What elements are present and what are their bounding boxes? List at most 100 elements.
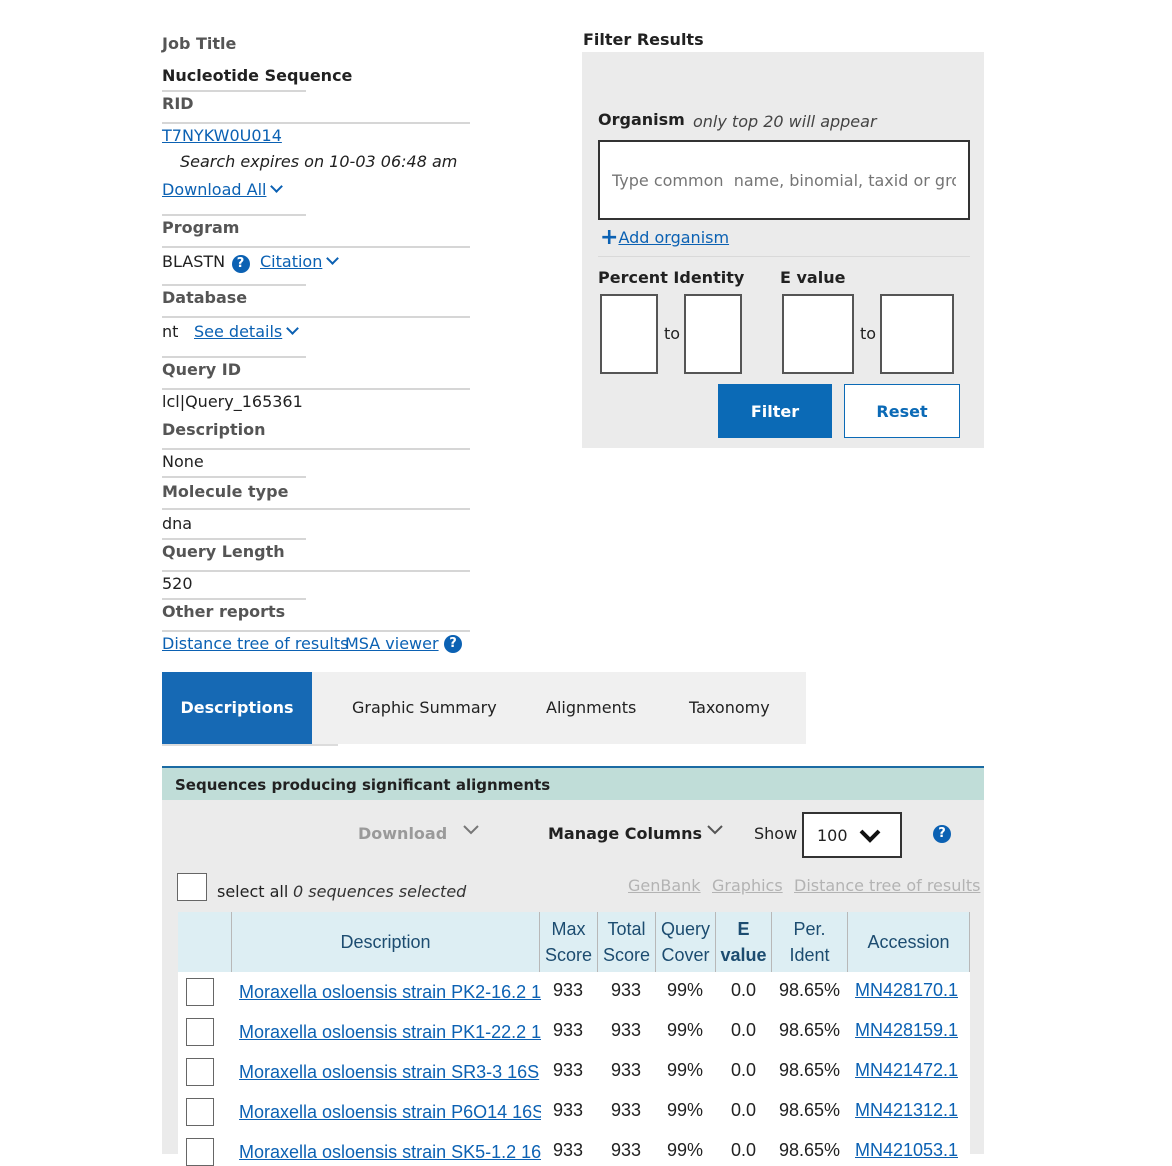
rid-label: RID: [162, 94, 194, 113]
row-checkbox[interactable]: [186, 1138, 214, 1166]
row-checkbox[interactable]: [186, 1098, 214, 1126]
filter-results-title: Filter Results: [583, 30, 704, 49]
database-label: Database: [162, 288, 248, 307]
query-length-label: Query Length: [162, 542, 285, 561]
filter-button[interactable]: Filter: [718, 384, 832, 438]
column-header-label: Score: [544, 945, 593, 965]
chevron-down-icon: [270, 180, 284, 193]
tab-alignments[interactable]: Alignments: [546, 672, 636, 744]
table-header: Description Max Score Total Score Query Cov…: [178, 912, 970, 972]
row-description-link[interactable]: Moraxella osloensis strain SK5-1.2 16S: [239, 1142, 541, 1163]
reset-button[interactable]: Reset: [844, 384, 960, 438]
divider: [162, 476, 306, 478]
divider: [162, 598, 306, 600]
column-header-label: Score: [602, 945, 651, 965]
chevron-down-icon[interactable]: [462, 824, 480, 836]
divider: [162, 90, 306, 92]
to-label: to: [860, 324, 877, 343]
divider: [162, 316, 470, 318]
row-description-link[interactable]: Moraxella osloensis strain PK1-22.2 16S: [239, 1022, 541, 1043]
row-max-score: 933: [553, 1020, 584, 1040]
divider: [162, 356, 306, 358]
percent-identity-min-input[interactable]: [600, 294, 658, 374]
tab-taxonomy[interactable]: Taxonomy: [689, 672, 770, 744]
rid-link[interactable]: T7NYKW0U014: [162, 126, 282, 145]
divider: [162, 284, 306, 286]
row-description-link[interactable]: Moraxella osloensis strain P6O14 16S: [239, 1102, 541, 1123]
molecule-type-label: Molecule type: [162, 482, 289, 501]
row-per-ident: 98.65%: [779, 1020, 841, 1040]
row-description-link[interactable]: Moraxella osloensis strain PK2-16.2 16S: [239, 982, 541, 1003]
row-checkbox[interactable]: [186, 1058, 214, 1086]
column-header-max-score[interactable]: Max Score: [539, 912, 597, 972]
row-accession-link[interactable]: MN428170.1: [855, 980, 958, 1001]
column-header-query-cover[interactable]: Query Cover: [655, 912, 715, 972]
graphics-link[interactable]: Graphics: [712, 876, 783, 895]
help-icon[interactable]: ?: [444, 635, 462, 653]
percent-identity-max-input[interactable]: [684, 294, 742, 374]
distance-tree-link[interactable]: Distance tree of results: [794, 876, 980, 895]
download-all-label: Download All: [162, 180, 267, 199]
row-accession-link[interactable]: MN421472.1: [855, 1060, 958, 1081]
organism-hint: only top 20 will appear: [693, 112, 877, 131]
chevron-down-icon: [859, 829, 881, 843]
tab-descriptions[interactable]: Descriptions: [162, 672, 312, 744]
genbank-link[interactable]: GenBank: [628, 876, 701, 895]
evalue-max-input[interactable]: [880, 294, 954, 374]
column-header-label: Cover: [661, 945, 710, 965]
query-length-value: 520: [162, 574, 193, 593]
column-header-evalue[interactable]: Evalue: [715, 912, 771, 972]
column-header-total-score[interactable]: Total Score: [597, 912, 655, 972]
results-tabs: Descriptions Graphic Summary Alignments …: [162, 672, 806, 744]
column-header-label: Per.: [793, 919, 826, 939]
row-checkbox[interactable]: [186, 978, 214, 1006]
evalue-min-input[interactable]: [782, 294, 854, 374]
row-accession-link[interactable]: MN421312.1: [855, 1100, 958, 1121]
description-label: Description: [162, 420, 266, 439]
database-value: nt: [162, 322, 179, 341]
help-icon[interactable]: ?: [933, 825, 951, 843]
plus-icon: +: [600, 225, 619, 250]
row-evalue: 0.0: [731, 1140, 757, 1160]
see-details-link[interactable]: See details: [194, 322, 300, 342]
download-all-link[interactable]: Download All: [162, 180, 284, 200]
row-query-cover: 99%: [667, 1140, 704, 1160]
row-description-link[interactable]: Moraxella osloensis strain SR3-3 16S: [239, 1062, 541, 1083]
row-accession-link[interactable]: MN428159.1: [855, 1020, 958, 1041]
row-max-score: 933: [553, 1140, 584, 1160]
search-expires-text: Search expires on 10-03 06:48 am: [180, 152, 458, 171]
column-header-per-ident[interactable]: Per. Ident: [771, 912, 847, 972]
evalue-label: E value: [780, 268, 846, 287]
program-label: Program: [162, 218, 240, 237]
column-header-label: Accession: [867, 932, 950, 952]
manage-columns-button[interactable]: Manage Columns: [548, 824, 702, 844]
row-max-score: 933: [553, 980, 584, 1000]
column-header-label: Max: [551, 919, 586, 939]
citation-link[interactable]: Citation: [260, 252, 340, 272]
add-organism-link[interactable]: +Add organism: [600, 224, 729, 250]
tab-graphic-summary[interactable]: Graphic Summary: [352, 672, 497, 744]
show-select[interactable]: 100: [802, 812, 902, 858]
row-query-cover: 99%: [667, 1060, 704, 1080]
select-all-checkbox[interactable]: [177, 873, 207, 901]
distance-tree-link[interactable]: Distance tree of results: [162, 634, 348, 653]
msa-viewer-link[interactable]: MSA viewer: [345, 634, 439, 653]
row-total-score: 933: [611, 980, 642, 1000]
results-table: Moraxella osloensis strain PK2-16.2 16S …: [178, 972, 970, 1166]
chevron-down-icon: [326, 252, 340, 265]
help-icon[interactable]: ?: [231, 255, 250, 273]
column-header-description[interactable]: Description: [231, 912, 539, 972]
divider: [162, 122, 470, 124]
manage-columns-label: Manage Columns: [548, 824, 702, 843]
row-query-cover: 99%: [667, 980, 704, 1000]
column-header-accession[interactable]: Accession: [847, 912, 970, 972]
download-button[interactable]: Download: [358, 824, 447, 844]
sequences-selected-count: 0 sequences selected: [293, 882, 467, 901]
row-per-ident: 98.65%: [779, 980, 841, 1000]
divider: [162, 630, 470, 632]
row-accession-link[interactable]: MN421053.1: [855, 1140, 958, 1161]
organism-label: Organism: [598, 110, 685, 129]
row-checkbox[interactable]: [186, 1018, 214, 1046]
organism-input[interactable]: [598, 140, 970, 220]
chevron-down-icon[interactable]: [706, 824, 724, 836]
